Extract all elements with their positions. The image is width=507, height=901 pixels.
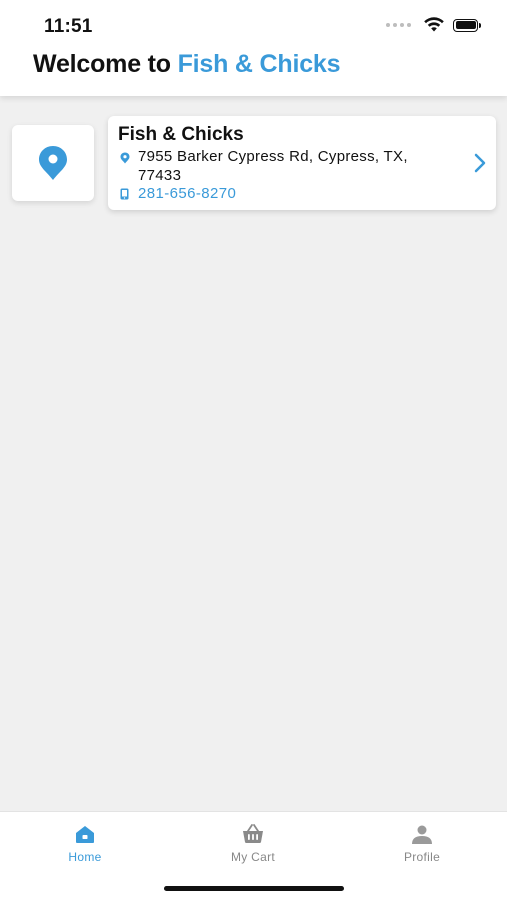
- location-pin-icon: [39, 146, 67, 180]
- welcome-prefix: Welcome to: [33, 50, 178, 78]
- tab-profile[interactable]: Profile: [362, 822, 482, 864]
- tab-home-label: Home: [68, 850, 102, 864]
- location-pin-small-icon: [120, 152, 130, 164]
- status-time: 11:51: [44, 16, 93, 37]
- store-address-row: 7955 Barker Cypress Rd, Cypress, TX, 774…: [120, 147, 418, 185]
- phone-icon: [120, 188, 129, 199]
- store-name: Fish & Chicks: [118, 124, 244, 145]
- tab-profile-label: Profile: [403, 850, 441, 864]
- home-indicator[interactable]: [164, 886, 344, 891]
- status-indicators: [386, 17, 483, 33]
- top-bar: 11:51 Welcome to Fish & Chicks: [0, 0, 507, 96]
- cellular-signal-icon: [386, 23, 411, 27]
- brand-name: Fish & Chicks: [177, 50, 341, 78]
- store-address: 7955 Barker Cypress Rd, Cypress, TX, 774…: [138, 148, 408, 184]
- store-phone-row[interactable]: 281-656-8270: [120, 185, 236, 202]
- chevron-right-icon[interactable]: [474, 153, 486, 173]
- tab-my-cart[interactable]: My Cart: [193, 822, 313, 864]
- page-title: Welcome to Fish & Chicks: [33, 50, 341, 79]
- basket-icon: [243, 824, 263, 843]
- tab-my-cart-label: My Cart: [230, 850, 276, 864]
- person-icon: [412, 825, 432, 844]
- wifi-icon: [424, 17, 444, 32]
- tab-home[interactable]: Home: [25, 822, 145, 864]
- home-icon: [76, 826, 94, 843]
- store-card[interactable]: Fish & Chicks 7955 Barker Cypress Rd, Cy…: [108, 116, 496, 210]
- store-phone[interactable]: 281-656-8270: [138, 185, 236, 202]
- store-thumbnail[interactable]: [12, 125, 94, 201]
- battery-icon: [453, 18, 483, 32]
